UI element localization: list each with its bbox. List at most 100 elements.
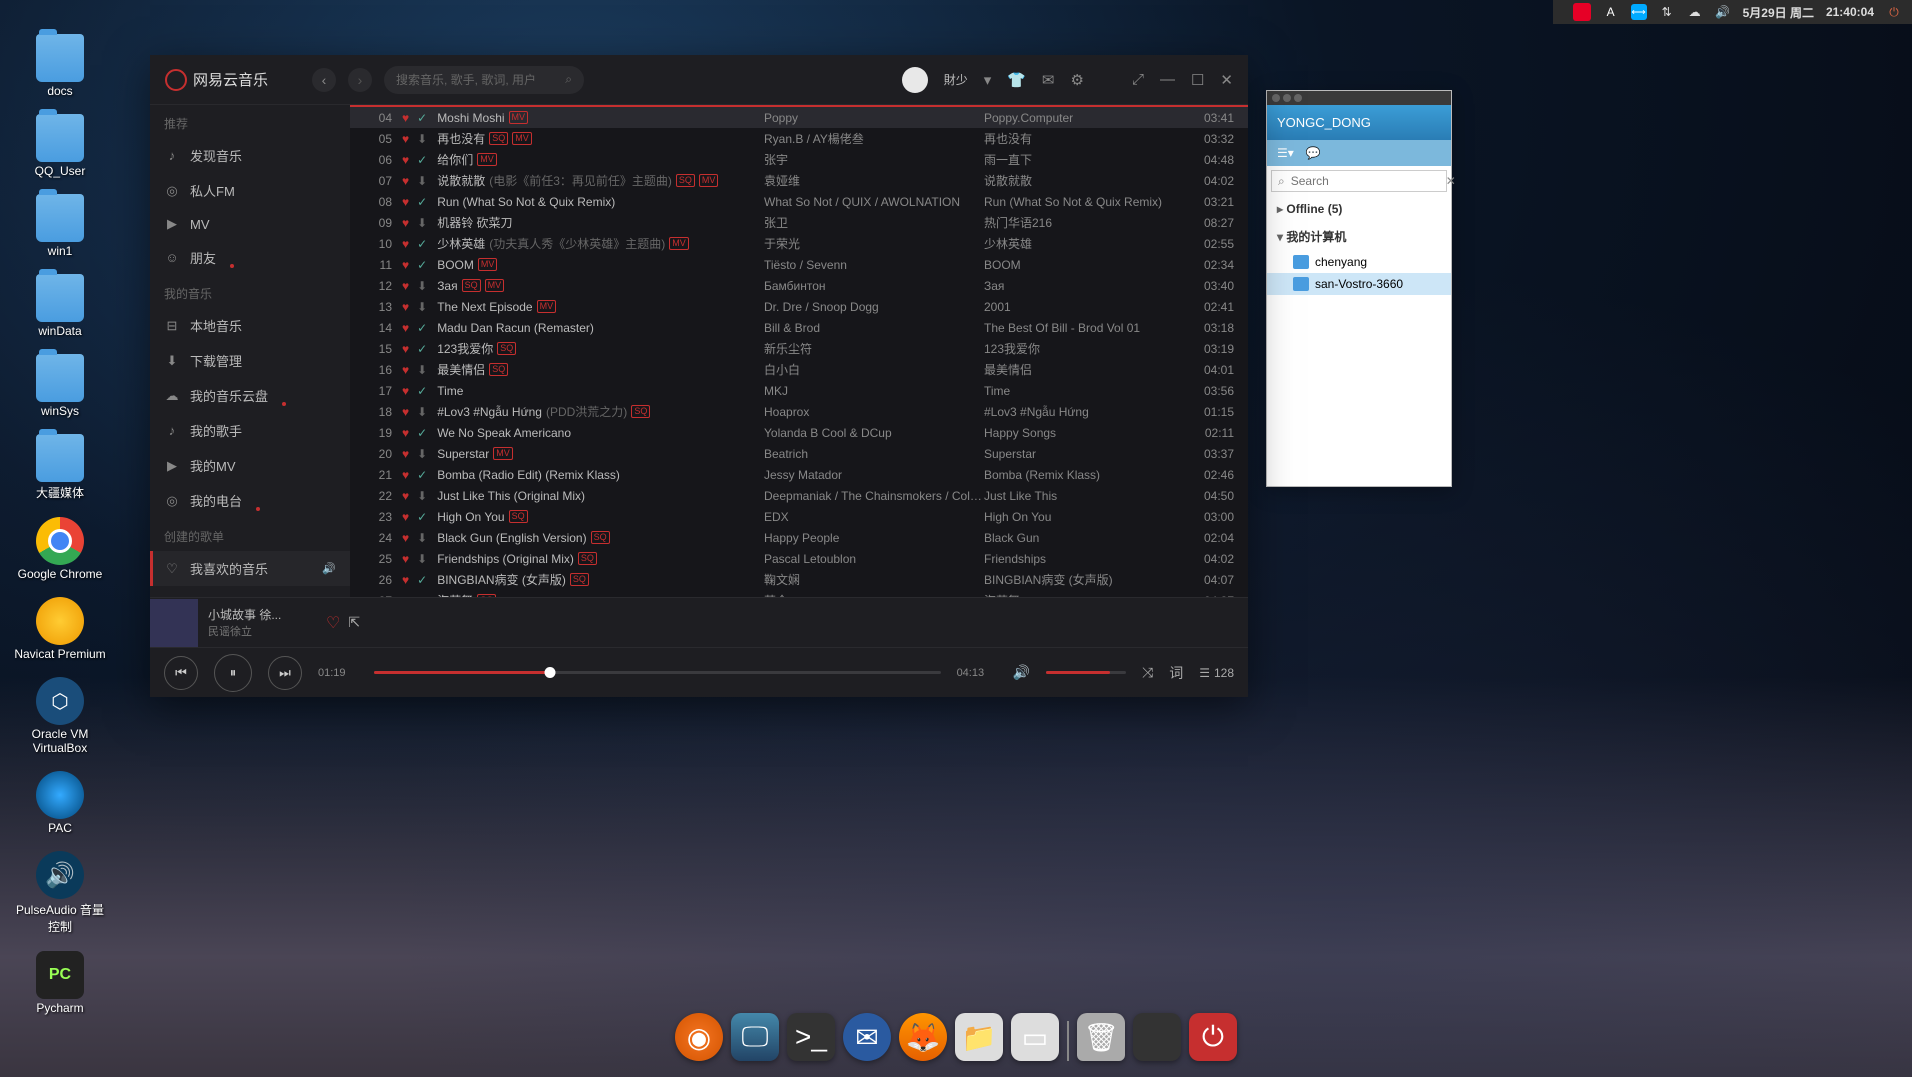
traffic-light-icon[interactable] xyxy=(1272,94,1280,102)
mail-icon[interactable]: ✉ xyxy=(1042,71,1055,89)
sidebar-item[interactable]: ☁我的音乐云盘 xyxy=(150,378,350,413)
heart-icon[interactable]: ♥ xyxy=(402,384,409,398)
track-row[interactable]: 19♥✓We No Speak AmericanoYolanda B Cool … xyxy=(350,422,1248,443)
heart-icon[interactable]: ♥ xyxy=(402,132,409,146)
download-icon[interactable]: ⬇ xyxy=(417,531,427,545)
sidebar-item[interactable]: ☺朋友 xyxy=(150,240,350,275)
sidebar-item[interactable]: ♡我喜欢的音乐🔊 xyxy=(150,551,350,586)
sidebar-item[interactable]: ◎私人FM xyxy=(150,173,350,208)
track-row[interactable]: 21♥✓Bomba (Radio Edit) (Remix Klass)Jess… xyxy=(350,464,1248,485)
track-row[interactable]: 14♥✓Madu Dan Racun (Remaster)Bill & Brod… xyxy=(350,317,1248,338)
desktop-icon-navicat-premium[interactable]: Navicat Premium xyxy=(10,593,110,665)
nav-forward-button[interactable]: › xyxy=(348,68,372,92)
search-input[interactable]: 搜索音乐, 歌手, 歌词, 用户 ⌕ xyxy=(384,66,584,94)
netease-tray-icon[interactable] xyxy=(1573,3,1591,21)
dock-window-icon[interactable]: ▭ xyxy=(1011,1013,1059,1061)
desktop-icon-windata[interactable]: winData xyxy=(10,270,110,342)
heart-icon[interactable]: ♥ xyxy=(402,426,409,440)
heart-icon[interactable]: ♥ xyxy=(402,258,409,272)
teamviewer-tray-icon[interactable]: ⟷ xyxy=(1631,4,1647,20)
download-icon[interactable]: ⬇ xyxy=(417,447,427,461)
download-icon[interactable]: ⬇ xyxy=(417,174,427,188)
heart-icon[interactable]: ♥ xyxy=(402,573,409,587)
heart-icon[interactable]: ♥ xyxy=(402,111,409,125)
track-row[interactable]: 26♥✓BINGBIAN病变 (女声版) SQ鞠文娴BINGBIAN病变 (女声… xyxy=(350,569,1248,590)
playlist-button[interactable]: ☰ 128 xyxy=(1199,666,1234,680)
track-row[interactable]: 10♥✓少林英雄 (功夫真人秀《少林英雄》主题曲) MV于荣光少林英雄02:55 xyxy=(350,233,1248,254)
mini-mode-icon[interactable]: ⤢ xyxy=(1132,71,1144,88)
dock-terminal-icon[interactable]: >_ xyxy=(787,1013,835,1061)
track-row[interactable]: 12♥⬇Зая SQ MVБамбинтонЗая03:40 xyxy=(350,275,1248,296)
download-icon[interactable]: ⬇ xyxy=(417,216,427,230)
chat-group-header[interactable]: Offline (5) xyxy=(1267,196,1451,222)
download-icon[interactable]: ⬇ xyxy=(417,405,427,419)
system-time[interactable]: 21:40:04 xyxy=(1826,5,1874,19)
heart-icon[interactable]: ♥ xyxy=(402,531,409,545)
download-icon[interactable]: ⬇ xyxy=(417,132,427,146)
track-row[interactable]: 04♥✓Moshi Moshi MVPoppyPoppy.Computer03:… xyxy=(350,107,1248,128)
track-row[interactable]: 08♥✓Run (What So Not & Quix Remix)What S… xyxy=(350,191,1248,212)
network-icon[interactable]: ⇅ xyxy=(1659,4,1675,20)
track-row[interactable]: 16♥⬇最美情侣 SQ白小白最美情侣04:01 xyxy=(350,359,1248,380)
track-row[interactable]: 20♥⬇Superstar MVBeatrichSuperstar03:37 xyxy=(350,443,1248,464)
track-row[interactable]: 24♥⬇Black Gun (English Version) SQHappy … xyxy=(350,527,1248,548)
download-icon[interactable]: ⬇ xyxy=(417,363,427,377)
dock-trash-icon[interactable]: 🗑 xyxy=(1077,1013,1125,1061)
like-button[interactable]: ♡ xyxy=(326,613,340,633)
skin-icon[interactable]: 👕 xyxy=(1007,71,1026,89)
chat-contact[interactable]: san-Vostro-3660 xyxy=(1267,273,1451,295)
track-row[interactable]: 17♥✓TimeMKJTime03:56 xyxy=(350,380,1248,401)
track-row[interactable]: 13♥⬇The Next Episode MVDr. Dre / Snoop D… xyxy=(350,296,1248,317)
cloud-icon[interactable]: ☁ xyxy=(1687,4,1703,20)
sidebar-item[interactable]: ♪我的歌手 xyxy=(150,413,350,448)
download-icon[interactable]: ⬇ xyxy=(417,489,427,503)
next-button[interactable]: ⏭ xyxy=(268,656,302,690)
list-icon[interactable]: ☰▾ xyxy=(1277,146,1294,160)
download-icon[interactable]: ⬇ xyxy=(417,300,427,314)
heart-icon[interactable]: ♥ xyxy=(402,300,409,314)
heart-icon[interactable]: ♥ xyxy=(402,195,409,209)
username-label[interactable]: 財少 xyxy=(944,71,968,88)
volume-icon[interactable]: 🔊 xyxy=(1715,4,1731,20)
track-row[interactable]: 07♥⬇说散就散 (电影《前任3：再见前任》主题曲) SQ MV袁娅维说散就散0… xyxy=(350,170,1248,191)
dock-workspace-icon[interactable] xyxy=(1133,1013,1181,1061)
track-row[interactable]: 22♥⬇Just Like This (Original Mix)Deepman… xyxy=(350,485,1248,506)
heart-icon[interactable]: ♥ xyxy=(402,153,409,167)
heart-icon[interactable]: ♥ xyxy=(402,237,409,251)
progress-bar[interactable] xyxy=(374,671,941,674)
share-icon[interactable]: ⇱ xyxy=(348,614,360,631)
clear-search-icon[interactable]: ✕ xyxy=(1446,174,1456,188)
heart-icon[interactable]: ♥ xyxy=(402,342,409,356)
dock-firefox-icon[interactable]: 🦊 xyxy=(899,1013,947,1061)
nav-back-button[interactable]: ‹ xyxy=(312,68,336,92)
track-row[interactable]: 05♥⬇再也没有 SQ MVRyan.B / AY楊佬叁再也没有03:32 xyxy=(350,128,1248,149)
chat-search[interactable]: ⌕ ✕ xyxy=(1271,170,1447,192)
shuffle-icon[interactable]: ⤨ xyxy=(1142,664,1153,681)
album-art[interactable] xyxy=(150,599,198,647)
sidebar-item[interactable]: ▶我的MV xyxy=(150,448,350,483)
tray-icon[interactable]: A xyxy=(1603,4,1619,20)
track-row[interactable]: 15♥✓123我爱你 SQ新乐尘符123我爱你03:19 xyxy=(350,338,1248,359)
chat-contact[interactable]: chenyang xyxy=(1267,251,1451,273)
sidebar-item[interactable]: ♪发现音乐 xyxy=(150,138,350,173)
dock-files-icon[interactable]: 📁 xyxy=(955,1013,1003,1061)
prev-button[interactable]: ⏮ xyxy=(164,656,198,690)
desktop-icon-winsys[interactable]: winSys xyxy=(10,350,110,422)
download-icon[interactable]: ⬇ xyxy=(417,279,427,293)
lyrics-icon[interactable]: 词 xyxy=(1169,663,1183,683)
desktop-icon-win1[interactable]: win1 xyxy=(10,190,110,262)
user-avatar[interactable] xyxy=(902,67,928,93)
track-row[interactable]: 23♥✓High On You SQEDXHigh On You03:00 xyxy=(350,506,1248,527)
system-date[interactable]: 5月29日 周二 xyxy=(1743,4,1814,21)
heart-icon[interactable]: ♥ xyxy=(402,447,409,461)
chat-group-header[interactable]: 我的计算机 xyxy=(1267,222,1451,251)
sidebar-item[interactable]: ◎我的电台 xyxy=(150,483,350,518)
heart-icon[interactable]: ♥ xyxy=(402,174,409,188)
heart-icon[interactable]: ♥ xyxy=(402,405,409,419)
sidebar-item[interactable]: ▶MV xyxy=(150,208,350,240)
heart-icon[interactable]: ♥ xyxy=(402,321,409,335)
heart-icon[interactable]: ♥ xyxy=(402,552,409,566)
heart-icon[interactable]: ♥ xyxy=(402,489,409,503)
traffic-light-icon[interactable] xyxy=(1283,94,1291,102)
track-row[interactable]: 27♥✓海草舞 SQ萧全海草舞04:37 xyxy=(350,590,1248,597)
